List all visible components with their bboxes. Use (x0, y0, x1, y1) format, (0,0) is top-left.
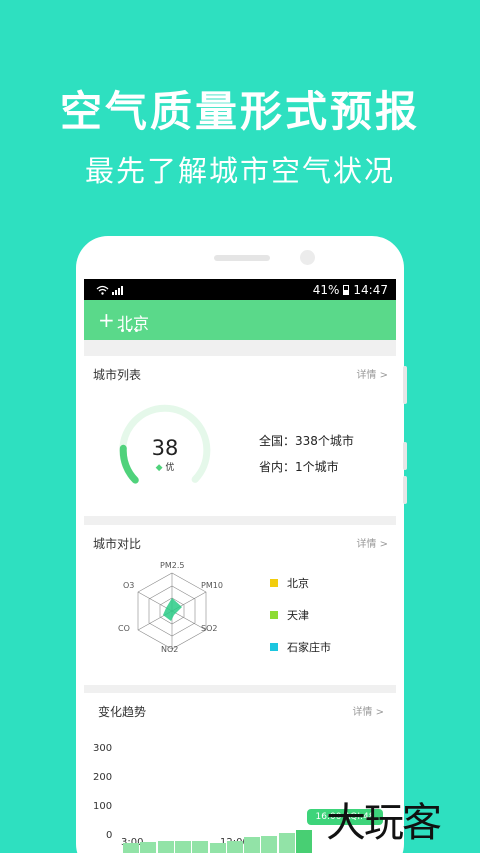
trend-bar[interactable] (244, 837, 261, 853)
legend-label: 天津 (287, 609, 309, 622)
phone-volume-up (403, 366, 407, 404)
legend-swatch (270, 611, 278, 619)
leaf-icon: ◆ (155, 463, 163, 473)
trend-bar[interactable] (140, 841, 157, 853)
trend-bar[interactable] (261, 836, 278, 853)
page-indicator (121, 329, 138, 332)
add-city-button[interactable]: + (98, 308, 115, 332)
legend-label: 北京 (287, 577, 309, 590)
status-bar: 41% 14:47 (84, 279, 396, 300)
phone-volume-down (403, 442, 407, 470)
legend-swatch (270, 579, 278, 587)
trend-bar[interactable] (296, 829, 312, 853)
trend-bar[interactable] (157, 840, 174, 853)
trend-bar[interactable] (123, 842, 139, 853)
y-tick-label: 0 (106, 830, 113, 841)
app-bar: + 北京 (84, 300, 396, 340)
phone-screen: 41% 14:47 + 北京 城市列表 详情 > 38 ◆ 优 全国：338个城… (84, 279, 396, 853)
wifi-icon (96, 285, 109, 295)
phone-speaker (214, 255, 270, 261)
clock: 14:47 (353, 282, 388, 297)
legend-item-tianjin: 天津 (270, 607, 309, 623)
aqi-level-text: 优 (165, 463, 175, 473)
details-link[interactable]: 详情 > (356, 535, 388, 550)
trend-bar[interactable] (209, 842, 226, 853)
card-title: 城市列表 (93, 368, 142, 382)
battery-percent: 41% (312, 282, 340, 297)
promo-subline: 最先了解城市空气状况 (84, 154, 395, 188)
legend-label: 石家庄市 (287, 641, 331, 654)
radar-label-no2: NO2 (161, 645, 179, 654)
promo-headline: 空气质量形式预报 (59, 87, 420, 136)
phone-camera (300, 250, 315, 265)
legend-item-beijing: 北京 (270, 575, 309, 591)
radar-label-o3: O3 (123, 581, 135, 590)
radar-label-co: CO (118, 624, 130, 633)
card-title: 变化趋势 (98, 705, 147, 719)
signal-icon (112, 285, 123, 295)
phone-frame: 41% 14:47 + 北京 城市列表 详情 > 38 ◆ 优 全国：338个城… (76, 236, 407, 853)
details-link[interactable]: 详情 > (352, 703, 384, 718)
city-compare-card: 城市对比 详情 > PM2.5 PM10 SO2 NO2 CO O3 北京 天津… (84, 525, 396, 685)
radar-label-pm25: PM2.5 (160, 561, 185, 570)
details-link[interactable]: 详情 > (356, 366, 388, 381)
radar-label-pm10: PM10 (201, 581, 223, 590)
legend-item-shijiazhuang: 石家庄市 (270, 639, 331, 655)
y-tick-label: 300 (93, 743, 113, 754)
radar-label-so2: SO2 (201, 624, 218, 633)
phone-power-button (403, 476, 407, 504)
province-count: 省内：1个城市 (259, 460, 339, 474)
city-list-card: 城市列表 详情 > 38 ◆ 优 全国：338个城市 省内：1个城市 (84, 356, 396, 516)
legend-swatch (270, 643, 278, 651)
national-count: 全国：338个城市 (259, 434, 354, 448)
trend-bar[interactable] (226, 840, 243, 853)
aqi-level: ◆ 优 (119, 460, 211, 473)
trend-bar[interactable] (192, 841, 209, 853)
card-title: 城市对比 (93, 537, 142, 551)
y-tick-label: 200 (93, 772, 113, 783)
y-tick-label: 100 (93, 801, 113, 812)
aqi-value: 38 (151, 436, 179, 460)
battery-icon (343, 284, 350, 295)
watermark: 大玩客 (326, 800, 442, 846)
radar-chart (137, 572, 207, 650)
trend-bar[interactable] (174, 840, 191, 853)
trend-bar[interactable] (278, 833, 295, 853)
